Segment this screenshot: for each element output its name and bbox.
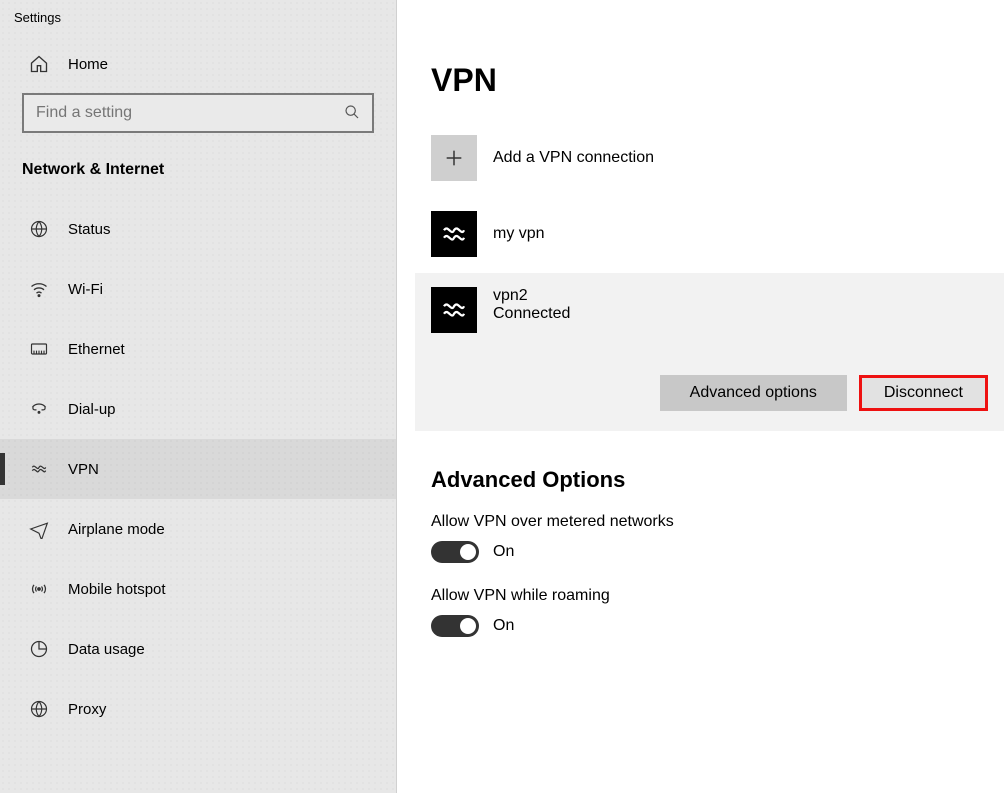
add-vpn-button[interactable]: Add a VPN connection — [431, 135, 1004, 181]
sidebar-item-datausage[interactable]: Data usage — [0, 619, 396, 679]
home-nav[interactable]: Home — [0, 43, 396, 93]
sidebar-item-label: Status — [68, 221, 111, 238]
dialup-icon — [28, 398, 50, 420]
vpn-connection-icon — [431, 211, 477, 257]
sidebar-item-label: VPN — [68, 461, 99, 478]
home-icon — [28, 53, 50, 75]
ethernet-icon — [28, 338, 50, 360]
advanced-options-button[interactable]: Advanced options — [660, 375, 847, 411]
advanced-options-title: Advanced Options — [431, 467, 1004, 493]
sidebar-item-label: Airplane mode — [68, 521, 165, 538]
search-field[interactable] — [34, 103, 344, 123]
vpn-entry-vpn2[interactable]: vpn2 Connected — [431, 287, 988, 333]
vpn-connection-icon — [431, 287, 477, 333]
sidebar-item-label: Dial-up — [68, 401, 116, 418]
wifi-icon — [28, 278, 50, 300]
plus-icon — [431, 135, 477, 181]
metered-toggle[interactable] — [431, 541, 479, 563]
nav-group-title: Network & Internet — [0, 155, 396, 199]
add-vpn-label: Add a VPN connection — [493, 149, 654, 167]
sidebar-item-label: Proxy — [68, 701, 106, 718]
main-content: VPN Add a VPN connection my vpn — [397, 0, 1004, 793]
sidebar-item-label: Mobile hotspot — [68, 581, 166, 598]
vpn-name: vpn2 — [493, 287, 570, 305]
metered-option-label: Allow VPN over metered networks — [431, 513, 1004, 531]
sidebar-item-ethernet[interactable]: Ethernet — [0, 319, 396, 379]
sidebar-item-proxy[interactable]: Proxy — [0, 679, 396, 739]
roaming-toggle[interactable] — [431, 615, 479, 637]
page-title: VPN — [431, 62, 1004, 99]
airplane-icon — [28, 518, 50, 540]
sidebar-item-label: Wi-Fi — [68, 281, 103, 298]
window-title: Settings — [0, 6, 396, 43]
vpn-entry-myvpn[interactable]: my vpn — [431, 205, 1004, 263]
sidebar-item-label: Data usage — [68, 641, 145, 658]
sidebar-item-airplane[interactable]: Airplane mode — [0, 499, 396, 559]
vpn-name: my vpn — [493, 225, 545, 243]
roaming-toggle-state: On — [493, 617, 514, 635]
sidebar-item-wifi[interactable]: Wi-Fi — [0, 259, 396, 319]
sidebar-item-status[interactable]: Status — [0, 199, 396, 259]
sidebar-item-vpn[interactable]: VPN — [0, 439, 396, 499]
roaming-option-label: Allow VPN while roaming — [431, 587, 1004, 605]
status-icon — [28, 218, 50, 240]
home-label: Home — [68, 56, 108, 73]
search-input[interactable] — [22, 93, 374, 133]
sidebar-item-label: Ethernet — [68, 341, 125, 358]
hotspot-icon — [28, 578, 50, 600]
metered-toggle-state: On — [493, 543, 514, 561]
sidebar: Settings Home Network & Internet — [0, 0, 397, 793]
datausage-icon — [28, 638, 50, 660]
vpn-icon — [28, 458, 50, 480]
proxy-icon — [28, 698, 50, 720]
vpn-entry-vpn2-card: vpn2 Connected Advanced options Disconne… — [415, 273, 1004, 431]
search-icon — [344, 104, 362, 122]
disconnect-button[interactable]: Disconnect — [859, 375, 988, 411]
vpn-status: Connected — [493, 305, 570, 323]
sidebar-item-dialup[interactable]: Dial-up — [0, 379, 396, 439]
sidebar-item-hotspot[interactable]: Mobile hotspot — [0, 559, 396, 619]
